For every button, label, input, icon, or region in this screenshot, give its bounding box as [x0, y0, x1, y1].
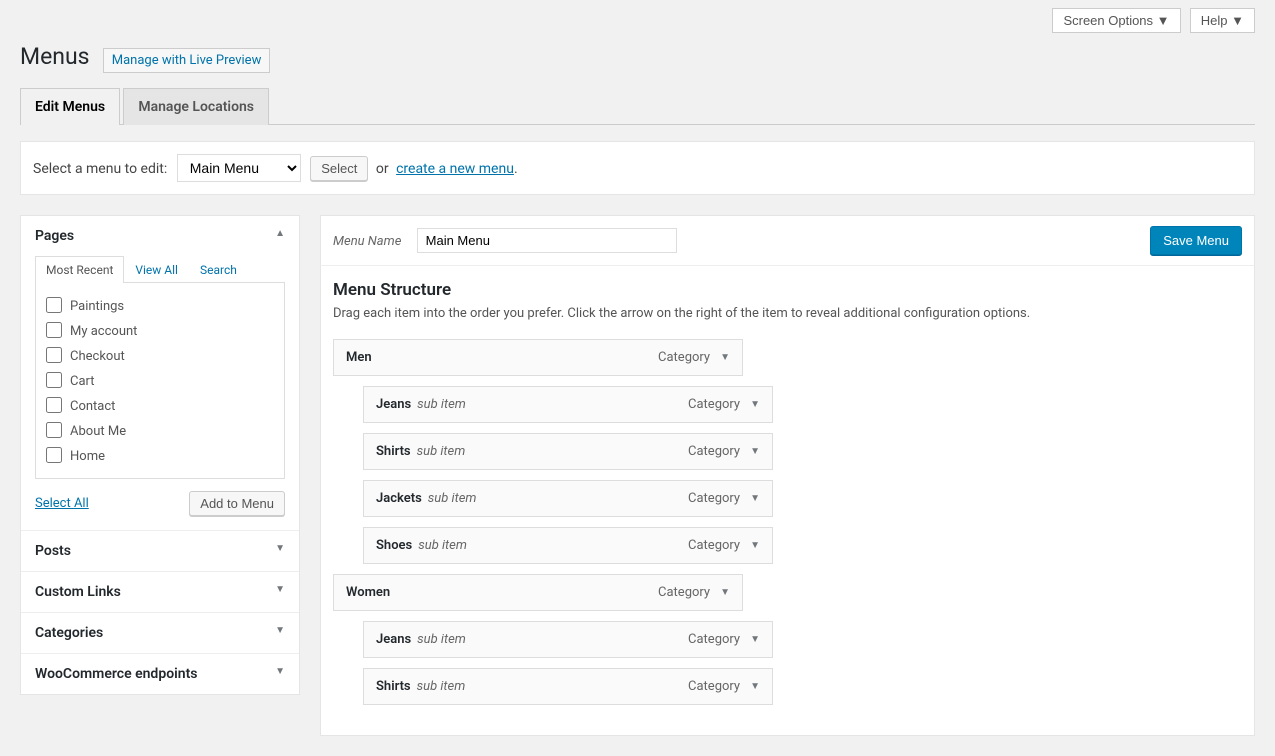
menu-select[interactable]: Main Menu	[177, 154, 301, 182]
chevron-down-icon[interactable]: ▼	[750, 634, 760, 645]
sub-item-label: sub item	[428, 491, 477, 506]
subtab-view-all[interactable]: View All	[124, 256, 189, 283]
chevron-down-icon[interactable]: ▼	[750, 493, 760, 504]
page-checkbox[interactable]	[46, 322, 62, 338]
menu-item[interactable]: Jackets sub item Category ▼	[363, 480, 773, 517]
pages-checklist: Paintings My account Checkout Cart Conta…	[35, 283, 285, 479]
menu-item[interactable]: Shoes sub item Category ▼	[363, 527, 773, 564]
list-item[interactable]: Home	[46, 443, 274, 468]
subtab-most-recent[interactable]: Most Recent	[35, 256, 124, 283]
menu-structure-desc: Drag each item into the order you prefer…	[333, 306, 1242, 321]
list-item[interactable]: Paintings	[46, 293, 274, 318]
menu-item-title: Shirts	[376, 444, 411, 459]
chevron-down-icon[interactable]: ▼	[750, 540, 760, 551]
menu-name-label: Menu Name	[333, 234, 401, 249]
menu-item[interactable]: Women Category ▼	[333, 574, 743, 611]
menu-item[interactable]: Jeans sub item Category ▼	[363, 621, 773, 658]
menu-structure-title: Menu Structure	[333, 280, 1242, 300]
help-button[interactable]: Help ▼	[1190, 8, 1255, 33]
select-button[interactable]: Select	[310, 156, 368, 181]
or-text: or	[376, 161, 389, 177]
menu-item[interactable]: Jeans sub item Category ▼	[363, 386, 773, 423]
page-checkbox[interactable]	[46, 297, 62, 313]
chevron-down-icon[interactable]: ▼	[720, 352, 730, 363]
page-title: Menus	[20, 33, 90, 76]
menu-item-type: Category	[688, 679, 740, 694]
menu-item[interactable]: Shirts sub item Category ▼	[363, 433, 773, 470]
menu-item-type: Category	[688, 632, 740, 647]
menu-item-type: Category	[658, 350, 710, 365]
sub-item-label: sub item	[418, 538, 467, 553]
accordion-header-woocommerce[interactable]: WooCommerce endpoints ▼	[21, 653, 299, 694]
tab-edit-menus[interactable]: Edit Menus	[20, 88, 120, 125]
menu-item-type: Category	[688, 491, 740, 506]
list-item[interactable]: My account	[46, 318, 274, 343]
chevron-up-icon: ▲	[275, 228, 285, 239]
add-to-menu-button[interactable]: Add to Menu	[189, 491, 285, 516]
chevron-down-icon[interactable]: ▼	[750, 681, 760, 692]
sub-item-label: sub item	[417, 679, 466, 694]
menu-item-title: Women	[346, 585, 390, 600]
page-checkbox[interactable]	[46, 422, 62, 438]
chevron-down-icon[interactable]: ▼	[720, 587, 730, 598]
accordion-header-categories[interactable]: Categories ▼	[21, 612, 299, 653]
page-checkbox[interactable]	[46, 397, 62, 413]
chevron-down-icon: ▼	[275, 625, 285, 636]
list-item[interactable]: Cart	[46, 368, 274, 393]
list-item[interactable]: About Me	[46, 418, 274, 443]
menu-item-type: Category	[688, 538, 740, 553]
accordion-header-posts[interactable]: Posts ▼	[21, 530, 299, 571]
create-new-menu-link[interactable]: create a new menu	[396, 161, 514, 177]
list-item[interactable]: Contact	[46, 393, 274, 418]
menu-item-title: Shoes	[376, 538, 412, 553]
menu-item-title: Jeans	[376, 397, 411, 412]
menu-item-type: Category	[688, 444, 740, 459]
menu-item-title: Jackets	[376, 491, 422, 506]
page-checkbox[interactable]	[46, 372, 62, 388]
sub-item-label: sub item	[417, 632, 466, 647]
manage-live-preview-button[interactable]: Manage with Live Preview	[103, 48, 271, 73]
page-checkbox[interactable]	[46, 347, 62, 363]
save-menu-button[interactable]: Save Menu	[1150, 226, 1242, 255]
menu-name-input[interactable]	[417, 228, 677, 253]
screen-options-button[interactable]: Screen Options ▼	[1052, 8, 1180, 33]
chevron-down-icon: ▼	[275, 584, 285, 595]
accordion-header-pages[interactable]: Pages ▲	[21, 216, 299, 256]
sub-item-label: sub item	[417, 444, 466, 459]
select-menu-label: Select a menu to edit:	[33, 161, 167, 177]
tab-manage-locations[interactable]: Manage Locations	[123, 88, 269, 125]
chevron-down-icon: ▼	[275, 543, 285, 554]
page-checkbox[interactable]	[46, 447, 62, 463]
menu-item[interactable]: Shirts sub item Category ▼	[363, 668, 773, 705]
chevron-down-icon[interactable]: ▼	[750, 446, 760, 457]
accordion-header-custom-links[interactable]: Custom Links ▼	[21, 571, 299, 612]
menu-item[interactable]: Men Category ▼	[333, 339, 743, 376]
chevron-down-icon: ▼	[275, 666, 285, 677]
menu-item-title: Shirts	[376, 679, 411, 694]
menu-item-title: Jeans	[376, 632, 411, 647]
menu-item-type: Category	[658, 585, 710, 600]
chevron-down-icon[interactable]: ▼	[750, 399, 760, 410]
select-all-link[interactable]: Select All	[35, 496, 89, 511]
menu-item-title: Men	[346, 350, 372, 365]
list-item[interactable]: Checkout	[46, 343, 274, 368]
subtab-search[interactable]: Search	[189, 256, 248, 283]
menu-item-type: Category	[688, 397, 740, 412]
sub-item-label: sub item	[417, 397, 466, 412]
